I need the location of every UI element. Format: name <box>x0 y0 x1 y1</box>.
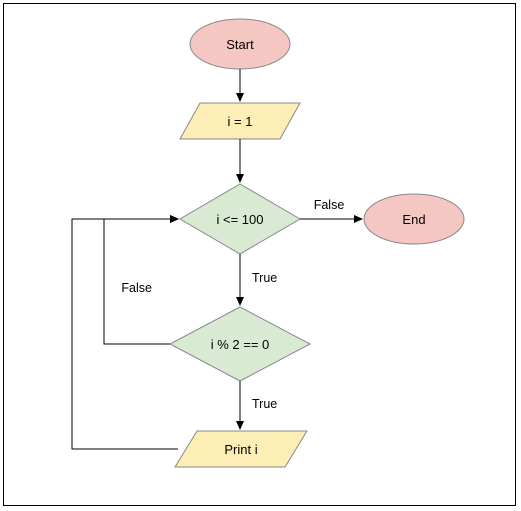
cond1-label: i <= 100 <box>217 212 264 227</box>
canvas-frame: Start i = 1 i <= 100 i % 2 == 0 Print i … <box>3 3 516 506</box>
cond2-true-label: True <box>252 397 277 411</box>
edge-print-loop <box>72 219 178 449</box>
flowchart-svg: Start i = 1 i <= 100 i % 2 == 0 Print i … <box>4 4 517 507</box>
cond1-true-label: True <box>252 271 277 285</box>
end-label: End <box>402 212 425 227</box>
cond2-false-label: False <box>121 281 152 295</box>
cond2-label: i % 2 == 0 <box>211 337 270 352</box>
start-label: Start <box>226 37 254 52</box>
cond1-false-label: False <box>314 198 345 212</box>
init-label: i = 1 <box>228 114 253 129</box>
print-label: Print i <box>224 442 257 457</box>
